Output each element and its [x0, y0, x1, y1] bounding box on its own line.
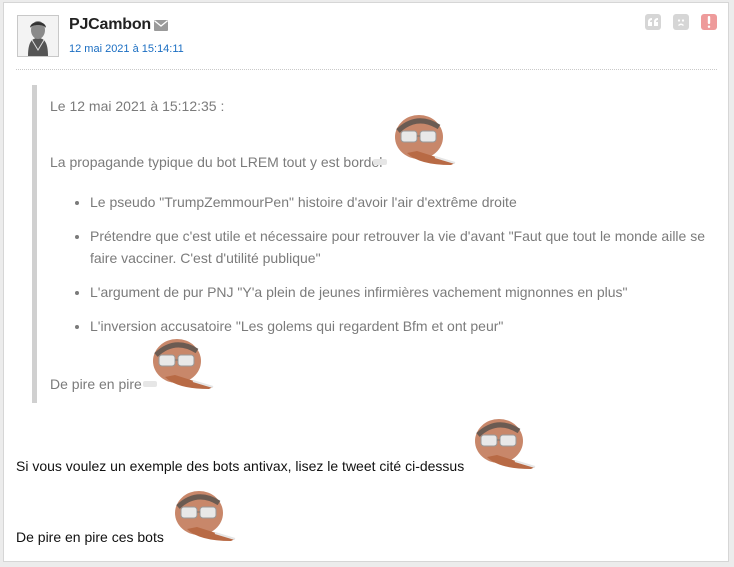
list-item: Prétendre que c'est utile et nécessaire … — [90, 225, 730, 269]
post-date[interactable]: 12 mai 2021 à 15:14:11 — [69, 43, 184, 55]
list-item: Le pseudo "TrumpZemmourPen" histoire d'a… — [90, 191, 730, 213]
list-item: L'inversion accusatoire "Les golems qui … — [90, 315, 730, 337]
blockquote: Le 12 mai 2021 à 15:12:35 : La propagand… — [32, 85, 718, 403]
small-smiley-icon — [373, 159, 387, 165]
small-smiley-icon — [143, 381, 157, 387]
reply-line-1: Si vous voulez un exemple des bots antiv… — [16, 458, 465, 474]
alert-icon[interactable] — [701, 14, 717, 30]
post-actions — [645, 14, 717, 30]
risitas-smiley-icon — [389, 113, 459, 169]
quote-intro: La propagande typique du bot LREM tout y… — [50, 154, 383, 170]
quote-list: Le pseudo "TrumpZemmourPen" histoire d'a… — [50, 191, 730, 349]
header-divider — [16, 69, 717, 70]
quote-header: Le 12 mai 2021 à 15:12:35 : — [50, 98, 225, 114]
risitas-smiley-icon — [169, 489, 239, 545]
envelope-icon[interactable] — [154, 18, 168, 36]
list-item: L'argument de pur PNJ "Y'a plein de jeun… — [90, 281, 730, 303]
risitas-smiley-icon — [147, 337, 217, 393]
quote-outro: De pire en pire — [50, 376, 142, 392]
forum-post: PJCambon 12 mai 2021 à 15:14:11 Le 12 ma… — [3, 2, 729, 562]
quote-icon[interactable] — [645, 14, 661, 30]
reply-line-2: De pire en pire ces bots — [16, 529, 164, 545]
risitas-smiley-icon — [469, 417, 539, 473]
avatar[interactable] — [17, 15, 59, 57]
author-name[interactable]: PJCambon — [69, 16, 151, 34]
sad-face-icon[interactable] — [673, 14, 689, 30]
